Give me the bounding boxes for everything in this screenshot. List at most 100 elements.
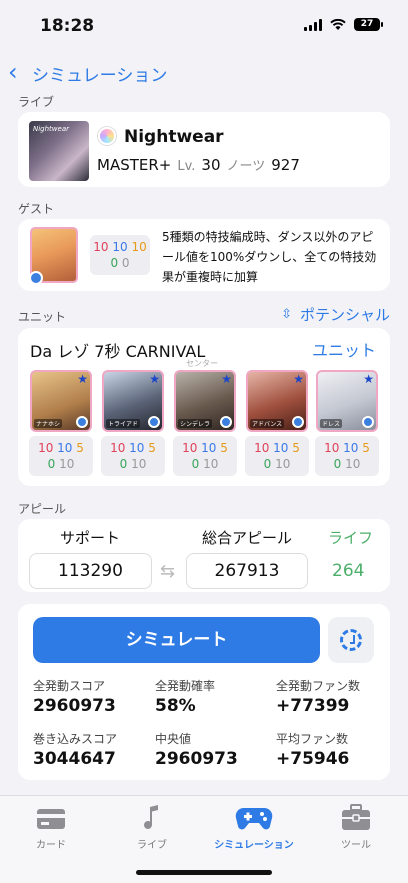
battery-icon: 27: [354, 18, 383, 31]
tab-simulation[interactable]: シミュレーション: [204, 804, 304, 851]
idol-skill: 10: [131, 457, 147, 471]
appeal-section-label: アピール: [18, 502, 67, 516]
center-label: センター: [186, 359, 218, 368]
type-badge-icon: [362, 416, 374, 428]
simulate-card: シミュレート 全発動スコア 2960973 全発動確率 58% 全発動ファン数 …: [18, 604, 390, 780]
type-badge-icon: [220, 416, 232, 428]
back-button[interactable]: シミュレーション: [32, 61, 167, 86]
all-type-icon: [98, 127, 116, 145]
result-label-median: 中央値: [155, 732, 192, 746]
result-value-all-rate: 58%: [155, 696, 196, 716]
unit-button[interactable]: ユニット: [312, 337, 376, 361]
guest-visual: 10: [131, 240, 147, 254]
idol-visual: 5: [220, 441, 228, 455]
status-time: 18:28: [40, 16, 95, 36]
song-name: Nightwear: [124, 127, 224, 147]
simulate-button[interactable]: シミュレート: [33, 617, 320, 663]
idol-tag: ナナホシ: [34, 419, 63, 428]
result-value-all-score: 2960973: [33, 696, 116, 716]
guest-potential-stats: 10 10 10 0 0: [90, 235, 150, 275]
idol-tag: シンデレラ: [178, 419, 213, 428]
idol-life: 0: [47, 457, 56, 471]
idol-visual: 5: [362, 441, 370, 455]
live-jacket-title: Nightwear: [33, 125, 70, 133]
idol-life: 0: [333, 457, 342, 471]
result-label-avg-fans: 平均ファン数: [276, 732, 349, 746]
tab-live[interactable]: ライブ: [102, 804, 202, 851]
result-label-all-rate: 全発動確率: [155, 679, 216, 693]
appeal-card: サポート 113290 ⇆ 総合アピール 267913 ライフ 264: [18, 519, 390, 592]
life-value: 264: [332, 561, 365, 581]
idol-stats-3: 10 10 5 0 10: [173, 436, 237, 476]
signal-icon: [304, 18, 322, 31]
idol-skill: 10: [275, 457, 291, 471]
swap-icon[interactable]: ⇆: [160, 561, 175, 582]
guest-card[interactable]: 10 10 10 0 0 5種類の特技編成時、ダンス以外のアピール値を100%ダ…: [18, 219, 390, 291]
idol-life: 0: [119, 457, 128, 471]
difficulty: MASTER+: [97, 156, 172, 174]
level-value: 30: [201, 156, 221, 174]
idol-skill: 10: [203, 457, 219, 471]
support-input[interactable]: 113290: [29, 553, 152, 589]
guest-vocal: 10: [93, 240, 109, 254]
tab-simulation-label: シミュレーション: [214, 840, 294, 851]
wifi-icon: [330, 18, 346, 30]
gear-icon: [340, 629, 362, 651]
idol-vocal: 10: [324, 441, 340, 455]
guest-skill: 0: [121, 256, 130, 270]
idol-stats-5: 10 10 5 0 10: [315, 436, 379, 476]
guest-skill-description: 5種類の特技編成時、ダンス以外のアピール値を100%ダウンし、全ての特技効果が重…: [162, 230, 377, 284]
idol-life: 0: [191, 457, 200, 471]
idol-dance: 10: [57, 441, 73, 455]
idol-vocal: 10: [38, 441, 54, 455]
settings-button[interactable]: [328, 617, 374, 663]
idol-card-2[interactable]: ★ トライアド: [102, 370, 164, 432]
idol-card-4[interactable]: ★ アドバンス: [246, 370, 308, 432]
guest-life: 0: [110, 256, 119, 270]
status-icons: 27: [304, 18, 383, 31]
tab-live-label: ライブ: [137, 840, 167, 851]
tab-card[interactable]: カード: [1, 804, 101, 851]
nav-bar: ‹ シミュレーション: [0, 56, 408, 88]
result-label-all-fans: 全発動ファン数: [276, 679, 361, 693]
tab-tool-label: ツール: [341, 840, 371, 851]
potential-button[interactable]: ⇳ ポテンシャル: [281, 304, 390, 325]
unit-section-label: ユニット: [18, 310, 67, 324]
unit-name: Da レゾ 7秒 CARNIVAL: [30, 342, 206, 361]
star-icon: ★: [77, 372, 88, 386]
gamepad-icon: [204, 804, 304, 832]
live-meta: MASTER+ Lv. 30 ノーツ 927: [97, 155, 300, 174]
idol-vocal: 10: [110, 441, 126, 455]
idol-card-1[interactable]: ★ ナナホシ: [30, 370, 92, 432]
unit-card: Da レゾ 7秒 CARNIVAL ユニット センター ★ ナナホシ ★ トライ…: [18, 328, 390, 486]
result-value-median: 2960973: [155, 749, 238, 769]
idol-vocal: 10: [182, 441, 198, 455]
live-card[interactable]: Nightwear Nightwear MASTER+ Lv. 30 ノーツ 9…: [18, 112, 390, 187]
total-appeal-input[interactable]: 267913: [186, 553, 308, 589]
tab-card-label: カード: [36, 840, 66, 851]
guest-dance: 10: [112, 240, 128, 254]
result-value-avg-fans: +75946: [276, 749, 350, 769]
idol-card-3[interactable]: ★ シンデレラ: [174, 370, 236, 432]
idol-stats-2: 10 10 5 0 10: [101, 436, 165, 476]
chevron-left-icon[interactable]: ‹: [8, 58, 18, 86]
result-value-chain-score: 3044647: [33, 749, 116, 769]
level-label: Lv.: [177, 159, 196, 174]
idol-vocal: 10: [254, 441, 270, 455]
idol-stats-4: 10 10 5 0 10: [245, 436, 309, 476]
idol-dance: 10: [343, 441, 359, 455]
idol-dance: 10: [273, 441, 289, 455]
notes-label: ノーツ: [226, 159, 266, 174]
tab-tool[interactable]: ツール: [306, 804, 406, 851]
idol-tag: アドバンス: [250, 419, 285, 428]
result-label-chain-score: 巻き込みスコア: [33, 732, 118, 746]
result-value-all-fans: +77399: [276, 696, 350, 716]
live-section-label: ライブ: [18, 95, 55, 109]
star-icon: ★: [293, 372, 304, 386]
potential-label: ポテンシャル: [299, 306, 390, 324]
type-badge-icon: [148, 416, 160, 428]
idol-card-5[interactable]: ★ ドレス: [316, 370, 378, 432]
idol-dance: 10: [201, 441, 217, 455]
idol-tag: ドレス: [320, 419, 343, 428]
idol-visual: 5: [76, 441, 84, 455]
